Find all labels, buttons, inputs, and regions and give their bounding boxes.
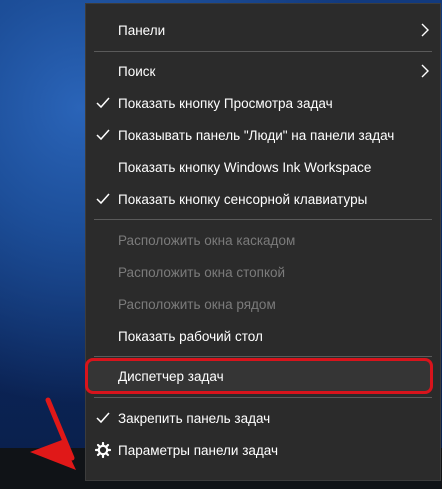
menu-item-label: Панели — [118, 22, 166, 38]
menu-item-label: Параметры панели задач — [118, 442, 279, 458]
menu-item-task-view-button[interactable]: Показать кнопку Просмотра задач — [86, 87, 440, 119]
menu-item-windows-ink-button[interactable]: Показать кнопку Windows Ink Workspace — [86, 151, 440, 183]
gear-icon — [95, 442, 111, 458]
menu-item-panels[interactable]: Панели — [86, 14, 440, 46]
menu-separator — [94, 219, 432, 220]
menu-item-cascade-windows: Расположить окна каскадом — [86, 224, 440, 256]
checkmark-icon — [96, 193, 110, 205]
menu-item-label: Показывать панель "Люди" на панели задач — [118, 127, 395, 143]
menu-item-lock-taskbar[interactable]: Закрепить панель задач — [86, 402, 440, 434]
menu-item-label: Показать рабочий стол — [118, 328, 263, 344]
menu-item-label: Показать кнопку Windows Ink Workspace — [118, 159, 372, 175]
chevron-right-icon — [421, 23, 429, 37]
menu-item-search[interactable]: Поиск — [86, 55, 440, 87]
red-arrow-annotation — [30, 397, 76, 470]
menu-item-label: Расположить окна рядом — [118, 296, 276, 312]
menu-separator — [94, 356, 432, 357]
menu-item-label: Показать кнопку Просмотра задач — [118, 95, 333, 111]
menu-item-stack-windows: Расположить окна стопкой — [86, 256, 440, 288]
menu-item-touch-keyboard-button[interactable]: Показать кнопку сенсорной клавиатуры — [86, 183, 440, 215]
taskbar-context-menu: Панели Поиск Показать кнопку Просмотра з… — [85, 3, 441, 481]
menu-item-taskbar-settings[interactable]: Параметры панели задач — [86, 434, 440, 466]
menu-separator — [94, 51, 432, 52]
menu-item-task-manager[interactable]: Диспетчер задач — [86, 360, 440, 392]
menu-item-label: Закрепить панель задач — [118, 410, 271, 426]
menu-item-people-button[interactable]: Показывать панель "Люди" на панели задач — [86, 119, 440, 151]
menu-separator — [94, 397, 432, 398]
menu-item-label: Поиск — [118, 63, 156, 79]
menu-item-label: Расположить окна каскадом — [118, 232, 296, 248]
menu-item-label: Диспетчер задач — [118, 368, 224, 384]
checkmark-icon — [96, 97, 110, 109]
menu-item-side-by-side-windows: Расположить окна рядом — [86, 288, 440, 320]
menu-item-show-desktop[interactable]: Показать рабочий стол — [86, 320, 440, 352]
checkmark-icon — [96, 129, 110, 141]
menu-item-label: Показать кнопку сенсорной клавиатуры — [118, 191, 368, 207]
menu-item-label: Расположить окна стопкой — [118, 264, 286, 280]
checkmark-icon — [96, 412, 110, 424]
chevron-right-icon — [421, 64, 429, 78]
